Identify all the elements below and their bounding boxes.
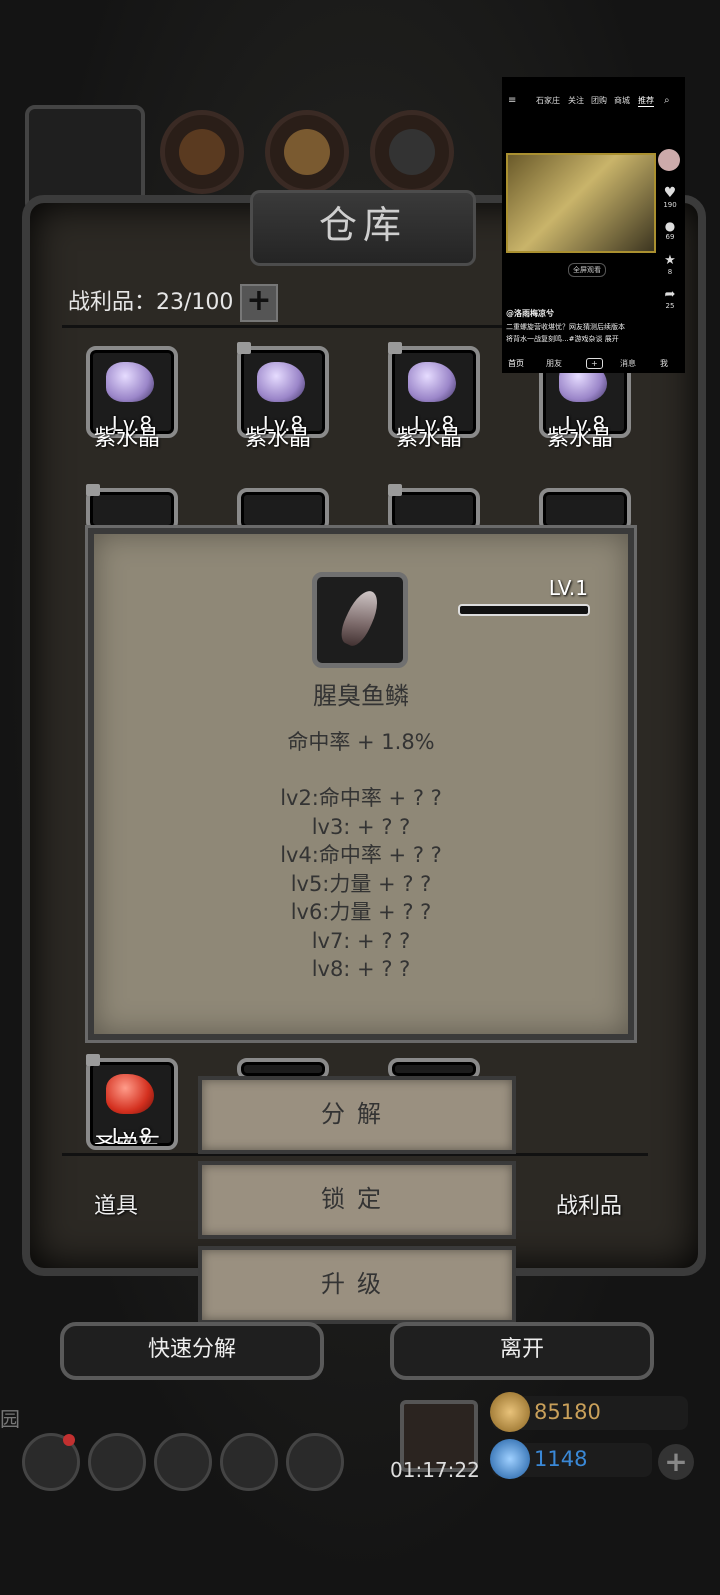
quick-decompose-button[interactable]: 快速分解 [60,1322,324,1380]
gem-display: 1148 [490,1439,652,1479]
nav-item[interactable]: 石家庄 [536,95,560,106]
tab-friends[interactable]: 朋友 [546,358,562,369]
level-bonus-list: lv2:命中率 + ? ? lv3: + ? ? lv4:命中率 + ? ? l… [94,784,628,984]
leave-button[interactable]: 离开 [390,1322,654,1380]
lock-icon [237,342,251,354]
panel-title: 仓库 [250,190,476,266]
lock-icon [388,342,402,354]
menu-icon[interactable] [88,1433,146,1491]
gold-display: 85180 [490,1392,688,1432]
tab-home[interactable]: 首页 [508,358,524,369]
search-icon[interactable]: ⌕ [664,95,670,106]
video-app-overlay: ≡ 石家庄 关注 团购 商城 推荐 ⌕ 全屏观看 ♥ 190 ● 69 ★ 8 ➦ 25… [502,77,685,373]
mail-icon[interactable] [220,1433,278,1491]
level-bonus: lv3: + ? ? [311,814,411,839]
amethyst-icon [106,362,154,402]
gold-coin-icon [490,1392,530,1432]
inventory-item[interactable] [237,488,329,532]
nav-item[interactable]: 团购 [591,95,607,106]
amethyst-icon [257,362,305,402]
side-label: 园 [0,1407,20,1431]
comment-icon[interactable]: ● 69 [658,219,682,241]
inventory-item[interactable] [86,484,178,532]
decompose-button[interactable]: 分解 [198,1076,516,1154]
comment-count: 69 [665,233,675,241]
lock-icon [388,484,402,496]
level-bonus: lv2:命中率 + ? ? [280,786,442,810]
add-video-button[interactable]: + [586,358,603,369]
blue-gem-icon [490,1439,530,1479]
like-icon[interactable]: ♥ 190 [658,185,682,209]
top-icon-row [25,105,525,213]
item-name: 圣安石 [67,1128,187,1144]
lock-button[interactable]: 锁定 [198,1161,516,1239]
menu-icon[interactable]: ≡ [508,95,516,106]
level-bonus: lv7: + ? ? [311,928,411,953]
gem-amount: 1148 [534,1447,588,1471]
item-name: 紫水晶 [244,426,311,451]
red-stone-icon [106,1074,154,1114]
loot-count: 战利品：23/100 [68,290,234,315]
video-player[interactable] [506,153,656,253]
map-icon[interactable] [154,1433,212,1491]
level-bonus: lv5:力量 + ? ? [290,871,432,896]
gift-timer: 01:17:22 [390,1458,480,1482]
share-icon[interactable]: ➦ 25 [658,287,682,310]
lock-icon [86,1054,100,1066]
tab-me[interactable]: 我 [660,358,668,369]
video-description: 二重螺旋营收堪忧？网友猜测后续版本 [506,323,625,331]
video-top-nav: ≡ 石家庄 关注 团购 商城 推荐 ⌕ [502,95,685,109]
video-bottom-tabs: 首页 朋友 + 消息 我 [502,356,685,370]
fullscreen-button[interactable]: 全屏观看 [568,263,606,277]
exp-bar [458,604,590,616]
item-name: 紫水晶 [395,426,462,451]
amethyst-icon [408,362,456,402]
item-name: 腥臭鱼鳞 [313,682,409,710]
item-detail-popup: LV.1 腥臭鱼鳞 命中率 + 1.8% lv2:命中率 + ? ? lv3: … [88,528,634,1040]
fish-scale-icon [335,586,385,650]
gold-amount: 85180 [534,1400,601,1424]
inventory-item[interactable] [388,484,480,532]
lock-icon [86,484,100,496]
equipment-slot-icon[interactable] [370,110,454,194]
item-stat: 命中率 + 1.8% [287,730,435,754]
video-description[interactable]: 将背水一战复刻鸣...#游戏杂谈 展开 [506,334,656,344]
tab-loot[interactable]: 战利品 [556,1188,622,1220]
share-count: 25 [665,302,675,310]
item-name: 紫水晶 [546,426,613,451]
video-author[interactable]: @洛雨梅凉兮 [506,308,656,319]
inventory-item[interactable] [539,488,631,532]
like-count: 190 [663,201,677,209]
equipment-slot-icon[interactable] [265,110,349,194]
nav-item[interactable]: 关注 [568,95,584,106]
expand-capacity-button[interactable]: + [240,284,278,322]
level-bonus: lv6:力量 + ? ? [290,900,432,924]
add-currency-button[interactable]: + [658,1444,694,1480]
upgrade-button[interactable]: 升级 [198,1246,516,1324]
nav-item[interactable]: 商城 [614,95,630,106]
level-bonus: lv8: + ? ? [311,957,411,981]
star-icon[interactable]: ★ 8 [658,253,682,276]
settings-icon[interactable] [22,1433,80,1491]
item-icon [312,572,408,668]
nav-item-active[interactable]: 推荐 [638,95,654,107]
equipment-slot-icon[interactable] [160,110,244,194]
skill-icon[interactable] [286,1433,344,1491]
notification-badge [63,1434,75,1446]
item-level-label: LV.1 [548,576,588,600]
level-bonus: lv4:命中率 + ? ? [280,843,442,867]
avatar[interactable] [658,149,680,171]
star-count: 8 [667,268,673,276]
tab-items[interactable]: 道具 [94,1188,138,1220]
tab-messages[interactable]: 消息 [620,358,636,369]
item-name: 紫水晶 [93,426,160,451]
